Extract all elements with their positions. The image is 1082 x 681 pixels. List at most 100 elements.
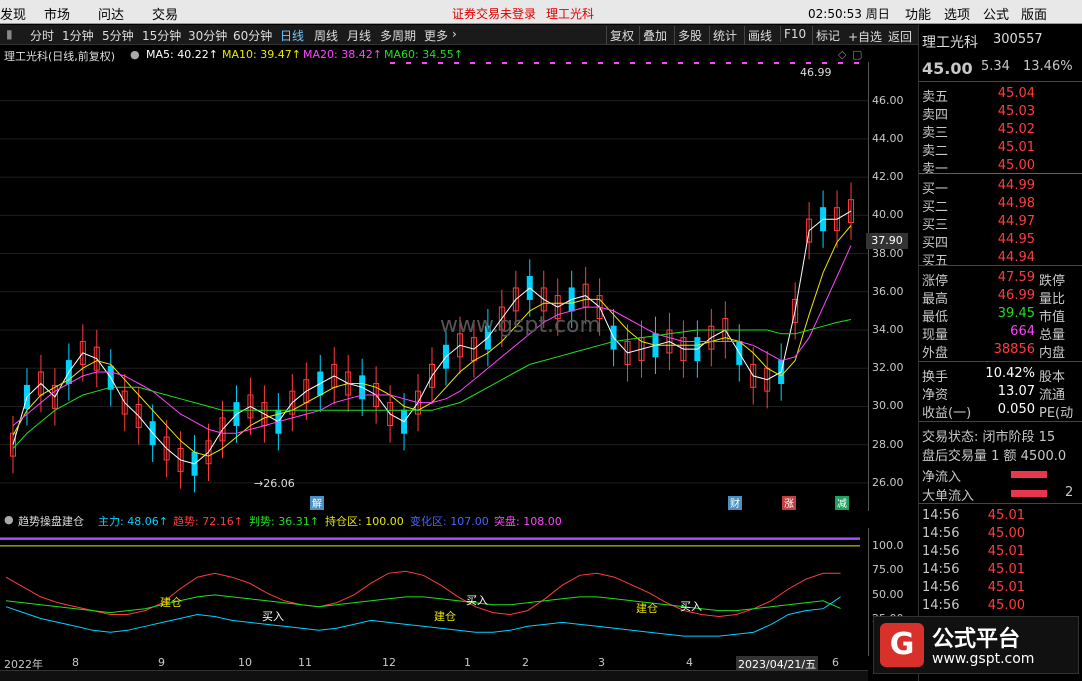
stat2-row: 收益(一) 0.050 PE(动	[919, 401, 1082, 421]
tick-row[interactable]: 14:56 45.00	[919, 597, 1082, 615]
window-stock-name: 理工光科	[546, 7, 595, 21]
tick-price: 45.01	[987, 508, 1025, 523]
indicator-chart[interactable]: 建仓买入 建仓买入建仓 买入	[0, 528, 868, 656]
mark-button[interactable]: 标记	[812, 26, 843, 45]
signal-label: 建仓	[434, 609, 456, 623]
quote-name: 理工光科	[922, 35, 978, 51]
login-status[interactable]: 证券交易未登录	[452, 5, 536, 22]
stat2-label: 收益(一)	[922, 406, 972, 421]
tab-multi-period[interactable]: 多周期	[380, 27, 416, 44]
net-inflow-label: 净流入	[922, 470, 962, 485]
logo-mark-icon: G	[880, 623, 924, 667]
tab-1min[interactable]: 1分钟	[62, 27, 94, 44]
menu-bar: 发现 市场 问达 交易 证券交易未登录 理工光科 02:50:53 周日 功能 …	[0, 0, 1082, 24]
bottom-tabs-bar	[0, 670, 868, 681]
tab-monthly[interactable]: 月线	[347, 27, 371, 44]
top-marker	[630, 62, 635, 64]
buy-row: 买四 44.95	[919, 231, 1082, 251]
date-tick-label: 4	[686, 656, 693, 669]
fuquan-button[interactable]: 复权	[606, 26, 637, 45]
tab-daily[interactable]: 日线	[280, 27, 304, 44]
buy-price: 44.95	[997, 232, 1035, 247]
tab-15min[interactable]: 15分钟	[142, 27, 181, 44]
divider	[919, 81, 1082, 82]
watermark: www.gspt.com	[440, 313, 601, 338]
stat2-row: 净资 13.07 流通	[919, 383, 1082, 403]
toolbar-handle-icon: ▮	[6, 27, 13, 41]
top-marker	[854, 62, 859, 64]
quote-code: 300557	[993, 32, 1043, 47]
tick-row[interactable]: 14:56 45.00	[919, 525, 1082, 543]
settings-dot-icon[interactable]: ●	[130, 48, 140, 61]
tick-time: 14:56	[922, 544, 960, 559]
stats-button[interactable]: 统计	[709, 26, 740, 45]
event-marker[interactable]: 解	[312, 497, 322, 510]
tab-fenshi[interactable]: 分时	[30, 27, 54, 44]
stat-row: 涨停 47.59 跌停	[919, 269, 1082, 289]
low-annotation: →26.06	[254, 477, 295, 490]
date-tick-label: 6	[832, 656, 839, 669]
sell-price: 45.04	[997, 86, 1035, 101]
add-watchlist-button-2[interactable]: +自选	[848, 28, 882, 45]
menu-item-wenda[interactable]: 问达	[98, 4, 124, 23]
tick-time: 14:56	[922, 598, 960, 613]
y-tick-label: 36.00	[872, 284, 904, 298]
menu-item-formula[interactable]: 公式	[983, 4, 1009, 23]
tick-row[interactable]: 14:56 45.01	[919, 543, 1082, 561]
quote-pct: 13.46%	[1023, 59, 1073, 74]
draw-line-button[interactable]: 画线	[744, 26, 775, 45]
sell-price: 45.02	[997, 122, 1035, 137]
indicator-tick-label: 75.00	[872, 563, 904, 577]
indicator-settings-dot-icon[interactable]: ●	[4, 513, 14, 526]
ma20-label: MA20: 38.42↑	[303, 48, 382, 61]
stat-label-2: 内盘	[1039, 346, 1066, 361]
diamond-icon: ◇	[838, 48, 847, 61]
menu-item-options[interactable]: 选项	[944, 4, 970, 23]
stat2-value: 10.42%	[985, 366, 1035, 381]
current-price-tag: 37.90	[866, 233, 908, 249]
divider	[919, 503, 1082, 504]
event-marker[interactable]: 涨	[784, 498, 794, 510]
indicator-line-1	[5, 594, 841, 614]
overlay-button[interactable]: 叠加	[639, 26, 670, 45]
y-tick-label: 40.00	[872, 208, 904, 222]
stat2-label-2: PE(动	[1039, 406, 1074, 421]
tick-row[interactable]: 14:56 45.01	[919, 561, 1082, 579]
menu-item-function[interactable]: 功能	[905, 4, 931, 23]
stat-row: 现量 664 总量	[919, 323, 1082, 343]
stat-row: 最低 39.45 市值	[919, 305, 1082, 325]
tab-60min[interactable]: 60分钟	[233, 27, 272, 44]
tab-more[interactable]: 更多	[424, 27, 448, 44]
stat-value: 664	[1010, 324, 1035, 339]
y-tick-label: 46.00	[872, 93, 904, 107]
stat-row: 外盘 38856 内盘	[919, 341, 1082, 361]
quote-header: 理工光科 300557	[919, 31, 1082, 51]
top-marker	[518, 62, 523, 64]
menu-item-layout[interactable]: 版面	[1021, 4, 1047, 23]
event-marker[interactable]: 减	[837, 498, 847, 510]
menu-item-discover[interactable]: 发现	[0, 4, 26, 23]
tab-5min[interactable]: 5分钟	[102, 27, 134, 44]
y-tick-label: 28.00	[872, 437, 904, 451]
tick-price: 45.00	[987, 526, 1025, 541]
maximize-icon[interactable]: ▢	[852, 48, 862, 61]
tick-row[interactable]: 14:56 45.01	[919, 579, 1082, 597]
signal-label: 建仓	[160, 595, 182, 609]
date-tick-label: 9	[158, 656, 165, 669]
signal-label: 买入	[466, 594, 488, 607]
back-button[interactable]: 返回	[888, 28, 912, 45]
tick-row[interactable]: 14:56 45.01	[919, 507, 1082, 525]
menu-item-market[interactable]: 市场	[44, 4, 70, 23]
event-marker[interactable]: 财	[730, 497, 740, 510]
date-tick-label: 2	[522, 656, 529, 669]
tick-time: 14:56	[922, 562, 960, 577]
divider	[919, 265, 1082, 266]
top-marker	[470, 62, 475, 64]
tab-30min[interactable]: 30分钟	[188, 27, 227, 44]
tab-weekly[interactable]: 周线	[314, 27, 338, 44]
menu-item-trade[interactable]: 交易	[152, 4, 178, 23]
top-marker	[838, 62, 843, 64]
f10-button[interactable]: F10	[780, 26, 809, 42]
multi-stock-button[interactable]: 多股	[674, 26, 705, 45]
candlestick-chart[interactable]: 46.99 →26.06 解 财 涨 减 www.gspt.com	[0, 62, 868, 512]
